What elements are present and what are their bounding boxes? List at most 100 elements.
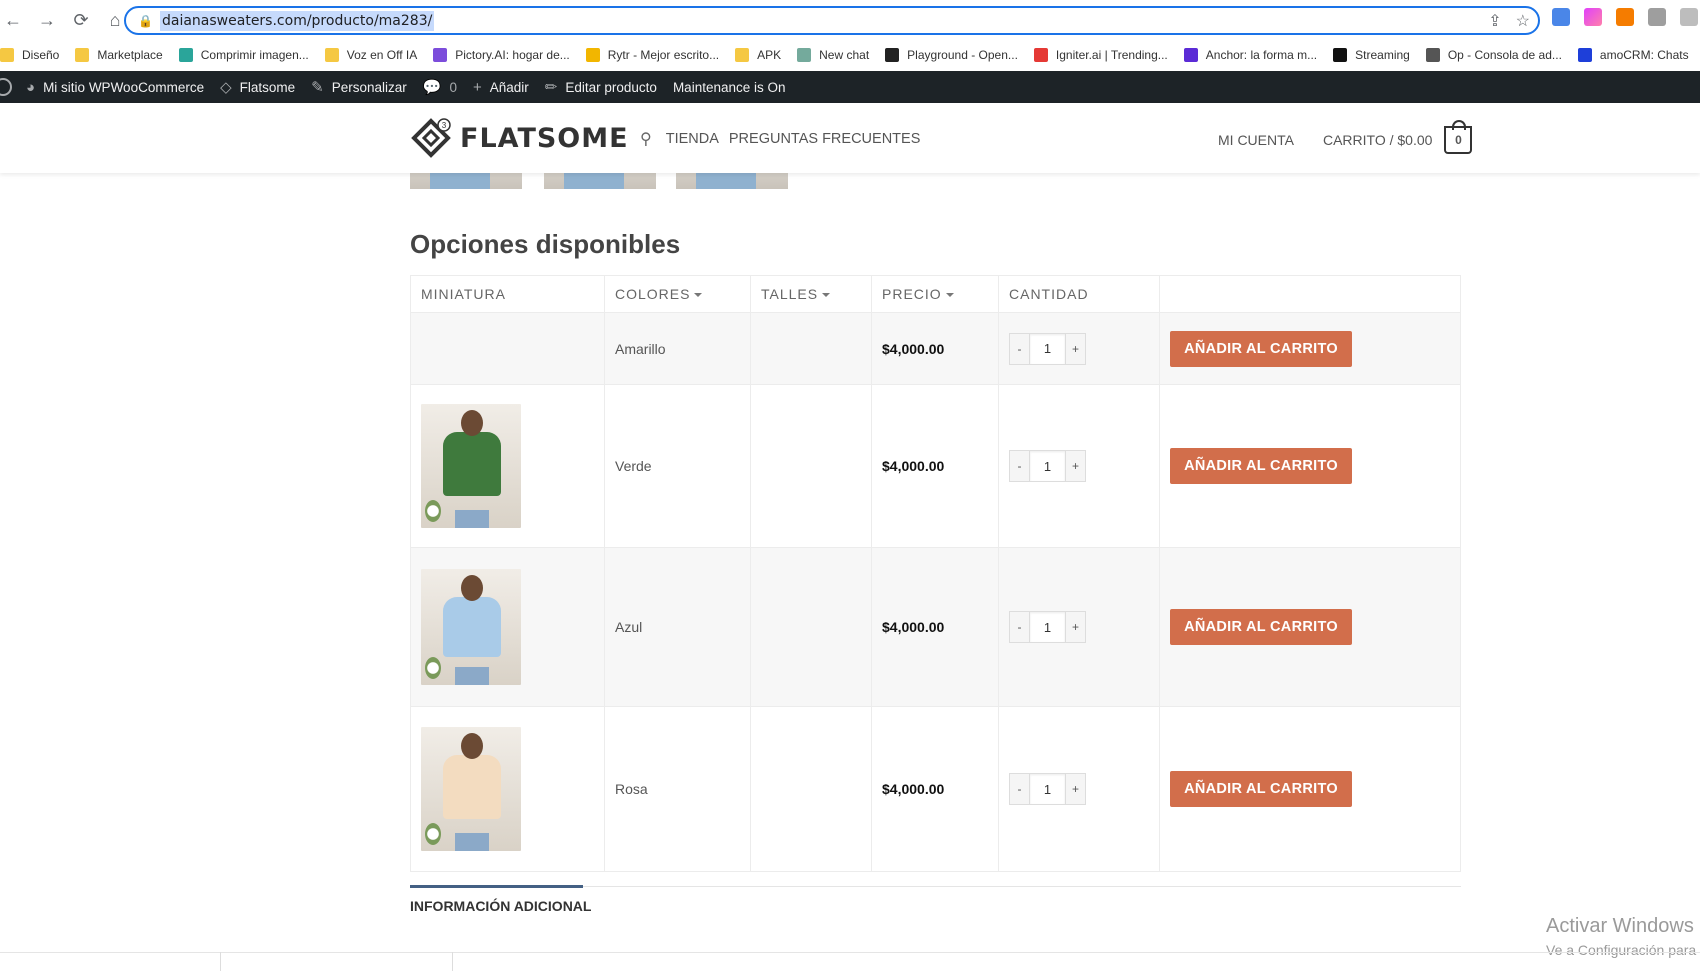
quantity-plus-button[interactable]: + xyxy=(1065,450,1086,482)
color-cell: Verde xyxy=(604,384,751,548)
bookmark-item[interactable]: Pictory.AI: hogar de... xyxy=(433,48,570,62)
footer-divider xyxy=(0,952,1700,971)
thumbnail-cell xyxy=(410,384,605,548)
nav-preguntas-frecuentes[interactable]: PREGUNTAS FRECUENTES xyxy=(729,131,920,147)
back-icon[interactable]: ← xyxy=(2,9,24,31)
quantity-input[interactable]: 1 xyxy=(1030,773,1065,805)
color-cell: Azul xyxy=(604,547,751,707)
column-header-quantity: CANTIDAD xyxy=(998,275,1160,313)
product-thumbnail[interactable] xyxy=(421,727,521,851)
bookmark-item[interactable]: Rytr - Mejor escrito... xyxy=(585,48,719,62)
quantity-minus-button[interactable]: - xyxy=(1009,611,1030,643)
bookmark-item[interactable]: Anchor: la forma m... xyxy=(1183,48,1317,62)
column-header-sizes[interactable]: TALLES xyxy=(750,275,872,313)
flatsome-logo-icon: 3 xyxy=(411,118,451,158)
color-cell: Rosa xyxy=(604,706,751,872)
bookmark-star-icon[interactable]: ☆ xyxy=(1516,11,1530,31)
url-text[interactable]: daianasweaters.com/producto/ma283/ xyxy=(160,10,435,31)
thumbnail-cell xyxy=(410,547,605,707)
add-to-cart-button[interactable]: AÑADIR AL CARRITO xyxy=(1170,330,1352,367)
comment-icon: 💬 xyxy=(422,79,442,96)
forward-icon[interactable]: → xyxy=(36,9,58,31)
nav-tienda[interactable]: TIENDA xyxy=(666,131,719,147)
bookmark-favicon-icon xyxy=(1425,48,1440,62)
sort-caret-icon xyxy=(822,293,831,298)
bookmark-item[interactable]: Voz en Off IA xyxy=(324,48,417,62)
cart-link[interactable]: CARRITO / $0.00 xyxy=(1323,132,1432,148)
reload-icon[interactable]: ⟳ xyxy=(70,9,92,31)
action-cell: AÑADIR AL CARRITO xyxy=(1159,706,1461,872)
wp-admin-bar: ◕ Mi sitio WPWooCommerce ◇ Flatsome ✎ Perso… xyxy=(0,71,1700,103)
quantity-plus-button[interactable]: + xyxy=(1065,332,1086,365)
column-header-action xyxy=(1159,275,1461,313)
price-cell: $4,000.00 xyxy=(871,312,999,385)
browser-toolbar: ← → ⟳ ⌂ 🔒 daianasweaters.com/producto/ma… xyxy=(0,0,1700,40)
quantity-input[interactable]: 1 xyxy=(1030,611,1065,643)
size-cell xyxy=(750,384,872,548)
admin-site-link[interactable]: ◕ Mi sitio WPWooCommerce xyxy=(26,79,204,96)
add-to-cart-button[interactable]: AÑADIR AL CARRITO xyxy=(1170,448,1352,484)
bookmark-favicon-icon xyxy=(75,48,90,62)
admin-add-link[interactable]: + Añadir xyxy=(473,79,529,96)
table-row: Rosa $4,000.00 - 1 + AÑADIR AL CARRITO xyxy=(410,706,1461,872)
cart-count: 0 xyxy=(1455,133,1462,147)
add-to-cart-button[interactable]: AÑADIR AL CARRITO xyxy=(1170,771,1352,807)
column-header-colors[interactable]: COLORES xyxy=(604,275,751,313)
extension-icon-1[interactable] xyxy=(1552,8,1570,26)
quantity-stepper: - 1 + xyxy=(1009,773,1159,805)
bookmark-item[interactable]: Comprimir imagen... xyxy=(178,48,309,62)
bookmark-item[interactable]: amoCRM: Chats xyxy=(1577,48,1689,62)
admin-theme-link[interactable]: ◇ Flatsome xyxy=(220,78,295,96)
site-logo[interactable]: 3 FLATSOME xyxy=(410,117,629,159)
quantity-minus-button[interactable]: - xyxy=(1009,773,1030,805)
tab-informacion-adicional[interactable]: INFORMACIÓN ADICIONAL xyxy=(410,898,591,914)
address-bar[interactable]: 🔒 daianasweaters.com/producto/ma283/ ⇪ ☆ xyxy=(124,6,1540,35)
brush-icon: ✎ xyxy=(311,79,324,96)
bookmark-item[interactable]: APK xyxy=(735,48,781,62)
share-icon[interactable]: ⇪ xyxy=(1488,11,1501,31)
admin-comments-link[interactable]: 💬 0 xyxy=(423,78,457,96)
size-cell xyxy=(750,547,872,707)
add-to-cart-button[interactable]: AÑADIR AL CARRITO xyxy=(1170,609,1352,645)
quantity-plus-button[interactable]: + xyxy=(1065,773,1086,805)
quantity-minus-button[interactable]: - xyxy=(1009,332,1030,365)
header-right: MI CUENTA CARRITO / $0.00 0 xyxy=(1218,120,1473,154)
bookmark-item[interactable]: New chat xyxy=(797,48,869,62)
my-account-link[interactable]: MI CUENTA xyxy=(1218,132,1294,148)
product-thumbnail[interactable] xyxy=(421,404,521,528)
product-thumbnail[interactable] xyxy=(421,569,521,685)
wordpress-logo-icon[interactable] xyxy=(0,78,12,96)
bookmark-item[interactable]: Marketplace xyxy=(75,48,163,62)
quantity-stepper: - 1 + xyxy=(1009,611,1159,643)
price-cell: $4,000.00 xyxy=(871,706,999,872)
admin-maintenance-link[interactable]: Maintenance is On xyxy=(673,80,786,95)
bookmark-favicon-icon xyxy=(178,48,193,62)
quantity-minus-button[interactable]: - xyxy=(1009,450,1030,482)
bookmark-item[interactable]: Op - Consola de ad... xyxy=(1425,48,1562,62)
quantity-cell: - 1 + xyxy=(998,312,1160,385)
flatsome-icon: ◇ xyxy=(220,79,232,96)
site-header: 3 FLATSOME ⚲ TIENDA PREGUNTAS FRECUENTES… xyxy=(0,103,1700,173)
quantity-plus-button[interactable]: + xyxy=(1065,611,1086,643)
plus-icon: + xyxy=(473,78,482,96)
eyedropper-icon[interactable] xyxy=(1648,8,1666,26)
quantity-input[interactable]: 1 xyxy=(1030,332,1065,365)
main-nav: ⚲ TIENDA PREGUNTAS FRECUENTES xyxy=(640,129,930,149)
cart-icon[interactable]: 0 xyxy=(1444,120,1473,154)
bookmark-item[interactable]: Playground - Open... xyxy=(885,48,1018,62)
bookmark-item[interactable]: Streaming xyxy=(1333,48,1410,62)
bookmark-item[interactable]: Igniter.ai | Trending... xyxy=(1033,48,1168,62)
quantity-input[interactable]: 1 xyxy=(1030,450,1065,482)
logo-badge: 3 xyxy=(442,121,447,130)
home-icon[interactable]: ⌂ xyxy=(104,9,126,31)
extension-icon-3[interactable] xyxy=(1616,8,1634,26)
bookmark-item[interactable]: Diseño xyxy=(0,48,59,62)
bookmarks-bar: Diseño Marketplace Comprimir imagen... Voz … xyxy=(0,40,1700,70)
admin-customize-link[interactable]: ✎ Personalizar xyxy=(311,78,407,96)
column-header-price[interactable]: PRECIO xyxy=(871,275,999,313)
bookmark-favicon-icon xyxy=(433,48,448,62)
admin-edit-product-link[interactable]: ✏ Editar producto xyxy=(545,78,657,96)
camera-icon[interactable] xyxy=(1680,8,1698,26)
search-icon[interactable]: ⚲ xyxy=(640,129,652,149)
extension-icon-2[interactable] xyxy=(1584,8,1602,26)
